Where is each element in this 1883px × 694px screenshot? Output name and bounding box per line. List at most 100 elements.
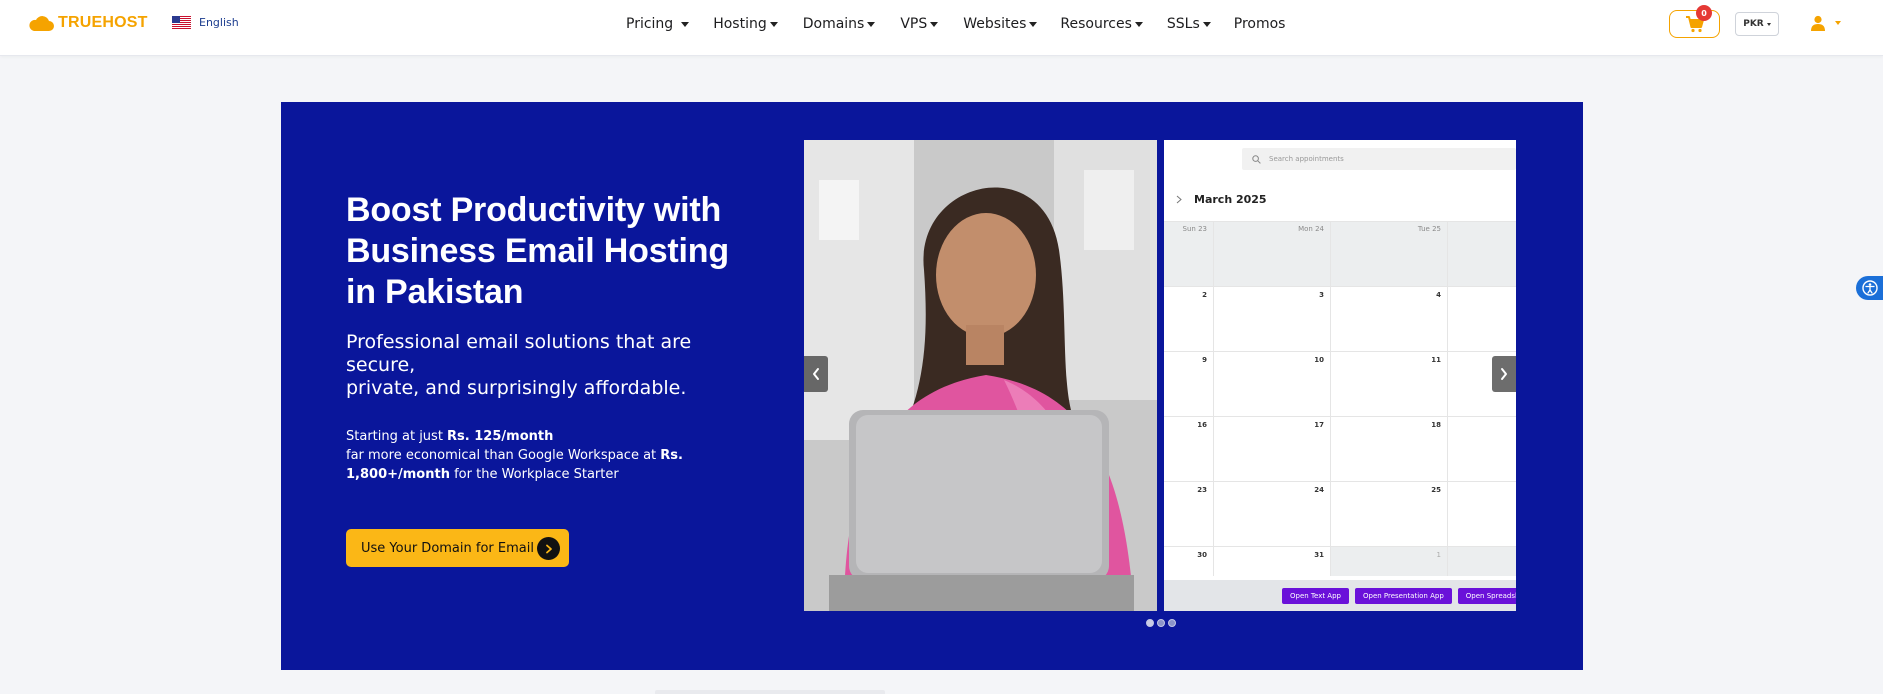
nav-pricing[interactable]: Pricing [626, 16, 690, 32]
day-number: 30 [1197, 551, 1207, 559]
price-prefix: Starting at just [346, 429, 448, 444]
open-spreadsheet-app-button: Open Spreadsheet App [1457, 587, 1516, 604]
calendar-cell: 4 [1331, 287, 1448, 351]
day-number: 23 [1197, 486, 1207, 494]
truehost-logo[interactable]: TRUEHOST [28, 14, 148, 32]
arrow-right-icon [537, 537, 560, 560]
accessibility-icon [1861, 280, 1878, 296]
price-value: Rs. 125/month [447, 429, 554, 444]
nav-hosting[interactable]: Hosting [713, 16, 778, 32]
hero-image-slider: Search appointments March 2025 Sun 23 Mo… [804, 140, 1516, 611]
accessibility-button[interactable] [1856, 276, 1883, 300]
day-number: 17 [1314, 421, 1324, 429]
calendar-week-row: 9 10 11 [1164, 351, 1516, 416]
calendar-search: Search appointments [1242, 148, 1516, 170]
nav-domains-label: Domains [802, 16, 865, 32]
use-your-domain-button[interactable]: Use Your Domain for Email [346, 529, 569, 567]
chevron-down-icon [930, 21, 939, 27]
chevron-down-icon [1029, 21, 1038, 27]
chevron-down-icon [1835, 21, 1841, 25]
nav-ssls-label: SSLs [1166, 16, 1200, 32]
calendar-cell: 25 [1331, 482, 1448, 546]
day-number: 31 [1314, 551, 1324, 559]
hero-subtitle: Professional email solutions that are se… [346, 331, 746, 400]
chevron-down-icon [1766, 22, 1771, 26]
chevron-right-icon [1501, 368, 1507, 380]
day-number: 25 [1431, 486, 1441, 494]
day-number: 10 [1314, 356, 1324, 364]
currency-label: PKR [1743, 19, 1764, 29]
nav-domains[interactable]: Domains [803, 16, 876, 32]
slider-next-button[interactable] [1492, 356, 1516, 392]
calendar-cell: 23 [1164, 482, 1214, 546]
calendar-cell: 11 [1331, 352, 1448, 416]
user-icon [1811, 15, 1825, 31]
calendar-week-row: 23 24 25 [1164, 481, 1516, 546]
calendar-cell: 30 [1164, 547, 1214, 576]
chevron-down-icon [1134, 21, 1143, 27]
hero-subtitle-line-1: Professional email solutions that are se… [346, 331, 692, 376]
hero-subtitle-line-2: private, and surprisingly affordable. [346, 377, 687, 399]
calendar-header: March 2025 [1164, 188, 1516, 210]
language-selector[interactable]: English [172, 16, 239, 29]
calendar-grid: Sun 23 Mon 24 Tue 25 2 3 4 9 10 11 16 17… [1164, 221, 1516, 576]
cta-label: Use Your Domain for Email [361, 540, 534, 556]
calendar-cell [1448, 222, 1516, 286]
day-number: 18 [1431, 421, 1441, 429]
open-presentation-app-button: Open Presentation App [1354, 587, 1452, 604]
day-number: 4 [1436, 291, 1441, 299]
calendar-cell: 24 [1214, 482, 1331, 546]
nav-promos[interactable]: Promos [1234, 16, 1286, 32]
calendar-cell [1448, 287, 1516, 351]
calendar-week-row: 16 17 18 [1164, 416, 1516, 481]
day-header: Mon 24 [1298, 225, 1324, 233]
calendar-cell: 3 [1214, 287, 1331, 351]
search-icon [1252, 154, 1261, 164]
chevron-down-icon [681, 21, 690, 27]
calendar-cell: 9 [1164, 352, 1214, 416]
slider-dot-2[interactable] [1157, 619, 1165, 627]
nav-websites-label: Websites [963, 16, 1027, 32]
calendar-cell: Sun 23 [1164, 222, 1214, 286]
slider-dot-1[interactable] [1146, 619, 1154, 627]
slider-dot-3[interactable] [1168, 619, 1176, 627]
calendar-cell: 1 [1331, 547, 1448, 576]
day-number: 3 [1319, 291, 1324, 299]
nav-vps[interactable]: VPS [900, 16, 939, 32]
hero-title: Boost Productivity with Business Email H… [346, 191, 729, 311]
cart-button[interactable]: 0 [1669, 5, 1720, 38]
slider-pagination [1146, 619, 1176, 627]
day-number: 11 [1431, 356, 1441, 364]
day-number: 24 [1314, 486, 1324, 494]
cart-count-badge: 0 [1696, 5, 1712, 21]
chevron-down-icon [769, 21, 778, 27]
nav-resources-label: Resources [1060, 16, 1132, 32]
day-number: 1 [1436, 551, 1441, 559]
user-menu[interactable] [1810, 15, 1841, 31]
hero-pricing-text: Starting at just Rs. 125/month far more … [346, 427, 706, 484]
nav-pricing-label: Pricing [626, 16, 674, 32]
calendar-cell: 31 [1214, 547, 1331, 576]
top-navigation-bar: TRUEHOST English Pricing Hosting Domains [0, 0, 1883, 56]
calendar-search-placeholder: Search appointments [1269, 155, 1344, 163]
chevron-down-icon [867, 21, 876, 27]
calendar-cell [1448, 417, 1516, 481]
nav-resources[interactable]: Resources [1060, 16, 1143, 32]
calendar-cell: 16 [1164, 417, 1214, 481]
us-flag-icon [172, 16, 191, 29]
calendar-cell [1448, 547, 1516, 576]
calendar-cell: 17 [1214, 417, 1331, 481]
chevron-right-icon [1176, 195, 1182, 203]
woman-with-laptop-photo [804, 140, 1157, 611]
calendar-cell: Tue 25 [1331, 222, 1448, 286]
cloud-icon [29, 15, 54, 31]
hero-banner: Boost Productivity with Business Email H… [281, 102, 1583, 670]
next-section-edge [655, 690, 885, 694]
nav-ssls[interactable]: SSLs [1167, 16, 1211, 32]
compare-suffix: for the Workplace Starter [449, 467, 619, 482]
nav-websites[interactable]: Websites [963, 16, 1038, 32]
currency-selector[interactable]: PKR [1735, 12, 1779, 36]
calendar-cell [1448, 482, 1516, 546]
day-number: 16 [1197, 421, 1207, 429]
slider-prev-button[interactable] [804, 356, 828, 392]
